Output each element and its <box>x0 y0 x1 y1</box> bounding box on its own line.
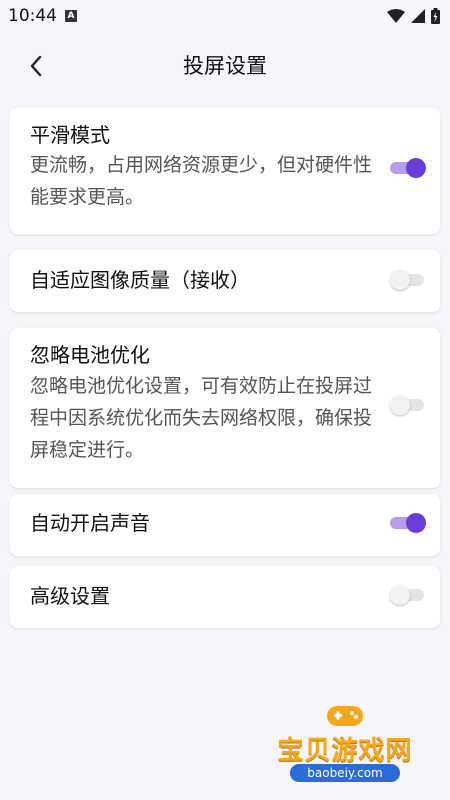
status-left: 10:44 A <box>8 6 77 26</box>
setting-card-smooth-mode: 平滑模式 更流畅，占用网络资源更少，但对硬件性能要求更高。 <box>10 108 440 234</box>
toggle-thumb <box>390 270 410 290</box>
header: 投屏设置 <box>0 40 450 92</box>
toggle-thumb <box>406 513 426 533</box>
toggle-thumb <box>390 395 410 415</box>
setting-card-adaptive-image-quality: 自适应图像质量（接收） <box>10 250 440 312</box>
page-title: 投屏设置 <box>183 54 267 78</box>
toggle-ignore-battery-optimization[interactable] <box>390 395 426 415</box>
toggle-auto-enable-sound[interactable] <box>390 513 426 533</box>
setting-title: 平滑模式 <box>30 123 110 147</box>
setting-title: 忽略电池优化 <box>30 343 150 367</box>
status-bar: 10:44 A <box>0 0 450 32</box>
toggle-smooth-mode[interactable] <box>390 158 426 178</box>
battery-icon <box>431 8 440 24</box>
setting-card-advanced-settings: 高级设置 <box>10 566 440 628</box>
setting-description: 忽略电池优化设置，可有效防止在投屏过程中因系统优化而失去网络权限，确保投屏稳定进… <box>30 375 373 461</box>
toggle-thumb <box>390 585 410 605</box>
setting-title: 自动开启声音 <box>30 511 150 535</box>
setting-title: 自适应图像质量（接收） <box>30 268 250 292</box>
notification-icon: A <box>65 10 77 22</box>
watermark-logo: 宝贝游戏网 baobeiy.com <box>270 700 420 796</box>
toggle-advanced-settings[interactable] <box>390 585 426 605</box>
setting-title: 高级设置 <box>30 584 110 608</box>
gamepad-icon <box>325 702 365 728</box>
wifi-icon <box>387 9 405 23</box>
status-time: 10:44 <box>8 6 57 26</box>
status-right <box>387 8 440 24</box>
watermark-url: baobeiy.com <box>290 764 400 782</box>
cellular-signal-icon <box>411 9 425 23</box>
watermark-text: 宝贝游戏网 <box>277 736 413 766</box>
toggle-adaptive-image-quality[interactable] <box>390 270 426 290</box>
setting-card-auto-enable-sound: 自动开启声音 <box>10 494 440 556</box>
setting-card-ignore-battery-optimization: 忽略电池优化 忽略电池优化设置，可有效防止在投屏过程中因系统优化而失去网络权限，… <box>10 328 440 488</box>
toggle-thumb <box>406 158 426 178</box>
setting-description: 更流畅，占用网络资源更少，但对硬件性能要求更高。 <box>30 154 373 208</box>
